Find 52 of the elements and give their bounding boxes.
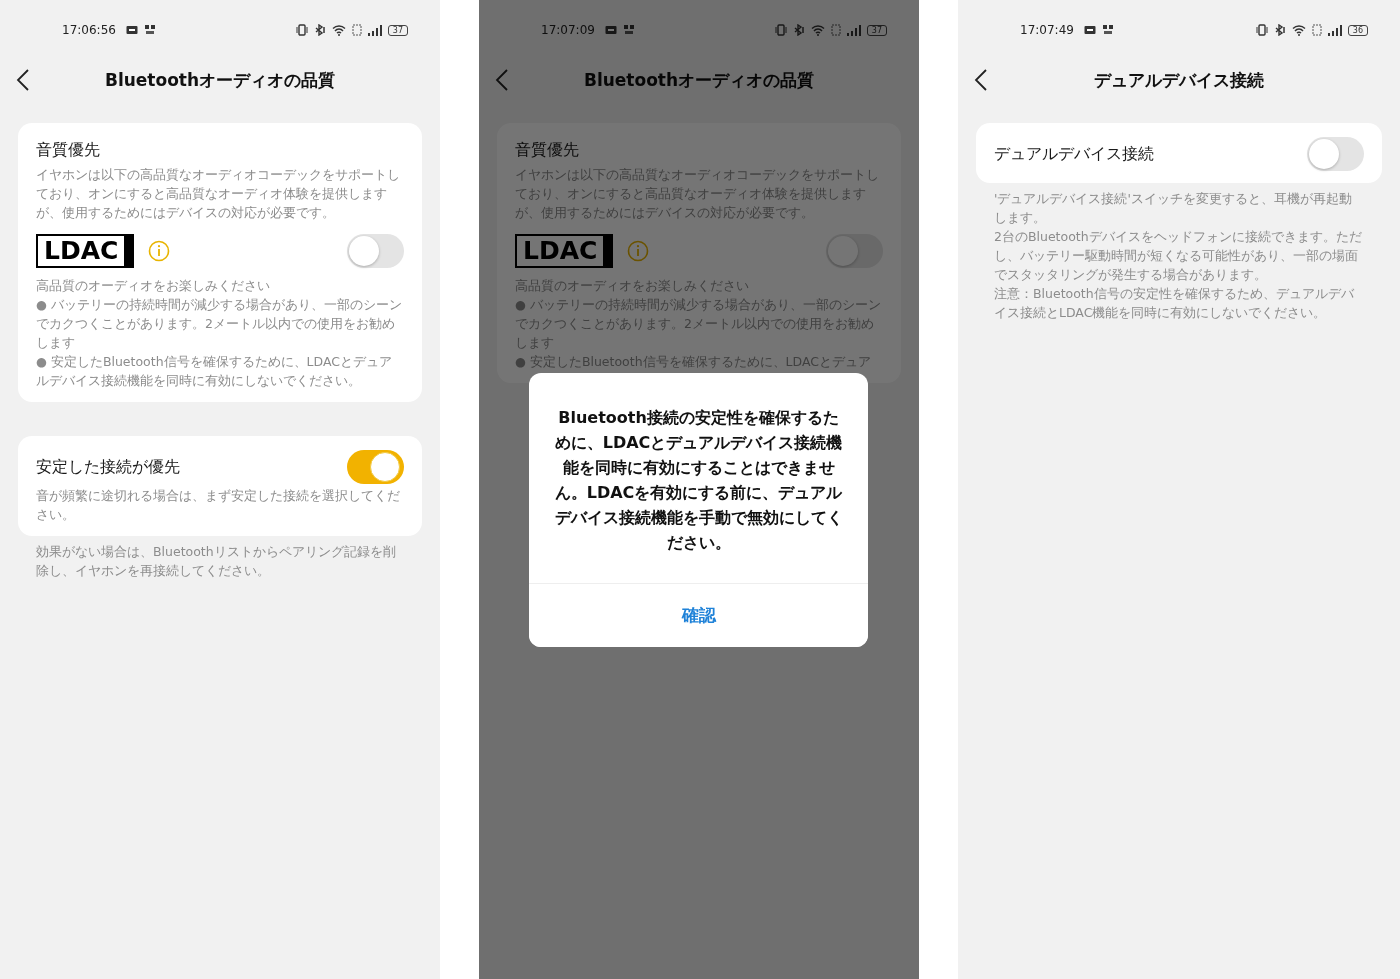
note-text: 'デュアルデバイス接続'スイッチを変更すると、耳機が再起動します。	[993, 190, 1353, 227]
bullet-text: ● バッテリーの持続時間が減少する場合があり、一部のシーンでカクつくことがあります。2メートル以内での使用をお勧めします	[36, 296, 403, 352]
signal-icon	[846, 24, 861, 36]
app-notification-icon	[143, 24, 156, 36]
info-icon[interactable]	[627, 240, 650, 262]
vibrate-icon	[295, 24, 308, 36]
bullet-text: ● 安定したBluetooth信号を確保するために、LDACとデュアルデバイス接続機能を同時に有効にしないでください。	[36, 353, 393, 390]
card-title: 音質優先	[36, 139, 100, 161]
card-description: イヤホンは以下の高品質なオーディオコーデックをサポートしており、オンにすると高品質なオーディオ体験を提供しますが、使用するためにはデバイスの対応が必要です。	[36, 166, 401, 222]
signal-icon	[1327, 24, 1342, 36]
status-time: 17:06:56	[62, 23, 116, 37]
note-text: 2台のBluetoothデバイスをヘッドフォンに接続できます。ただし、バッテリー駆動時間が短くなる可能性があり、一部の場面でスタッタリングが発生する場合があります。	[993, 228, 1363, 284]
vibrate-icon	[1255, 24, 1268, 36]
bluetooth-icon	[1273, 24, 1286, 36]
ldac-logo: LDAC	[36, 234, 135, 268]
status-time: 17:07:09	[541, 23, 595, 37]
note-text: 効果がない場合は、Bluetoothリストからペアリング記録を削除し、イヤホンを再接続してください。	[35, 543, 397, 580]
toggle-switch[interactable]	[347, 234, 404, 268]
notification-icon	[604, 25, 617, 35]
card-title: 音質優先	[515, 139, 579, 161]
toggle-switch[interactable]	[347, 450, 404, 484]
info-icon[interactable]	[148, 240, 171, 262]
card-description: 音が頻繁に途切れる場合は、まず安定した接続を選択してください。	[36, 487, 401, 524]
status-time: 17:07:49	[1020, 23, 1074, 37]
battery-indicator: 37	[387, 24, 408, 36]
ldac-logo: LDAC	[515, 234, 614, 268]
back-icon[interactable]	[974, 69, 988, 91]
wifi-icon	[810, 24, 825, 36]
toggle-switch[interactable]	[826, 234, 883, 268]
notification-icon	[125, 25, 138, 35]
page-title: Bluetoothオーディオの品質	[104, 68, 336, 92]
battery-indicator: 36	[1347, 24, 1368, 36]
note-text: 注意：Bluetooth信号の安定性を確保するため、デュアルデバイス接続とLDAC機能を同時に有効にしないでください。	[993, 285, 1355, 322]
app-notification-icon	[1101, 24, 1114, 36]
card-title: 安定した接続が優先	[36, 456, 180, 478]
vibrate-icon	[774, 24, 787, 36]
bluetooth-icon	[313, 24, 326, 36]
battery-indicator: 37	[866, 24, 887, 36]
signal-icon	[367, 24, 382, 36]
card-subtitle: 高品質のオーディオをお楽しみください	[36, 277, 271, 295]
page-title: デュアルデバイス接続	[1094, 68, 1264, 92]
bluetooth-icon	[792, 24, 805, 36]
app-notification-icon	[622, 24, 635, 36]
card-title: デュアルデバイス接続	[994, 143, 1154, 165]
wifi-icon	[331, 24, 346, 36]
confirm-button[interactable]: 確認	[529, 583, 868, 647]
back-icon[interactable]	[16, 69, 30, 91]
notification-icon	[1083, 25, 1096, 35]
page-title: Bluetoothオーディオの品質	[583, 68, 815, 92]
wifi-icon	[1291, 24, 1306, 36]
toggle-switch[interactable]	[1307, 137, 1364, 171]
dialog-message: Bluetooth接続の安定性を確保するために、LDACとデュアルデバイス接続機能を同時に有効にすることはできません。LDACを有効にする前に、デュアルデバイス接続機能を手動で無効にしてください。	[553, 407, 844, 554]
